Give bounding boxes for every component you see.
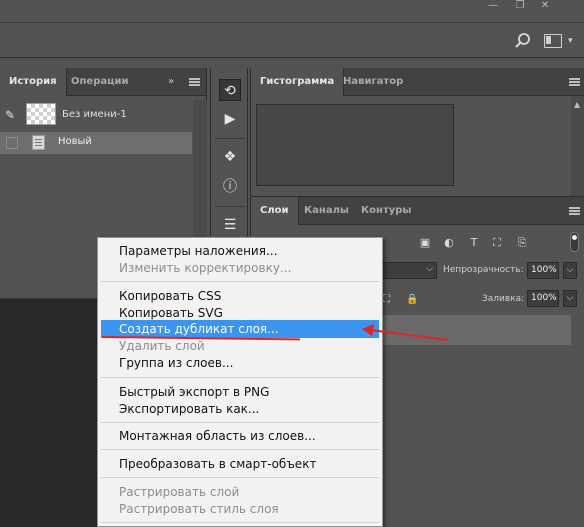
fill-label: Заливка: xyxy=(482,294,525,304)
menu-item-quick-export-png[interactable]: Быстрый экспорт в PNG xyxy=(101,383,379,401)
collapse-panels-icon[interactable]: » xyxy=(168,76,174,87)
menu-item-edit-adjustment: Изменить корректировку... xyxy=(119,261,292,275)
workspace-icon[interactable] xyxy=(544,34,562,48)
filter-shape-icon[interactable]: ⛶ xyxy=(491,237,503,249)
history-panel-tabs: История Операции » xyxy=(0,68,206,96)
histogram-scrollbar[interactable]: ▲ xyxy=(571,96,584,196)
menu-item-duplicate-layer[interactable]: Создать дубликат слоя... xyxy=(101,320,379,338)
menu-separator xyxy=(101,281,379,282)
menu-item-copy-css[interactable]: Копировать CSS xyxy=(101,287,379,305)
filter-toggle[interactable] xyxy=(570,232,579,252)
filter-adjustment-icon[interactable]: ◐ xyxy=(443,237,455,249)
menu-item-rasterize-layer-style: Растрировать стиль слоя xyxy=(119,502,279,516)
menu-separator xyxy=(101,522,379,523)
strip-divider xyxy=(215,206,245,207)
opacity-dropdown[interactable]: ⌵ xyxy=(563,262,577,279)
tab-histogram[interactable]: Гистограмма xyxy=(251,68,345,96)
search-icon[interactable] xyxy=(514,32,532,50)
history-panel-icon[interactable]: ⟲ xyxy=(219,79,241,101)
strip-divider xyxy=(215,138,245,139)
filter-smart-object-icon[interactable]: ⎘ xyxy=(516,237,528,249)
lock-all-icon[interactable]: 🔒 xyxy=(406,294,418,305)
history-source-checkbox[interactable] xyxy=(6,137,18,149)
chevron-down-icon: ⌵ xyxy=(426,264,433,274)
history-state-label: Новый xyxy=(58,136,92,147)
restore-button[interactable]: ❐ xyxy=(511,0,529,12)
menu-item-artboard-from-layers[interactable]: Монтажная область из слоев... xyxy=(101,427,379,445)
close-button[interactable]: ✕ xyxy=(536,0,554,12)
snapshot-thumbnail xyxy=(26,103,56,125)
panel-menu-icon[interactable] xyxy=(569,207,580,215)
minimize-button[interactable]: — xyxy=(484,0,502,12)
menu-item-blending-options[interactable]: Параметры наложения... xyxy=(101,242,379,260)
filter-pixel-icon[interactable]: ▣ xyxy=(419,237,431,249)
tab-channels[interactable]: Каналы xyxy=(295,197,358,225)
chevron-down-icon[interactable]: ▾ xyxy=(568,36,573,46)
play-actions-icon[interactable]: ▶ xyxy=(219,108,241,130)
info-icon[interactable]: ⓘ xyxy=(219,176,241,198)
tab-navigator[interactable]: Навигатор xyxy=(334,68,412,96)
histogram-panel-tabs: Гистограмма Навигатор xyxy=(251,68,584,96)
menu-item-convert-smart-object[interactable]: Преобразовать в смарт-объект xyxy=(101,455,379,473)
fill-dropdown[interactable]: ⌵ xyxy=(563,290,577,307)
filter-type-icon[interactable]: T xyxy=(468,237,480,249)
fill-input[interactable]: 100% xyxy=(527,290,559,307)
tab-history[interactable]: История xyxy=(0,68,67,96)
panel-menu-icon[interactable] xyxy=(189,78,200,86)
document-icon xyxy=(32,135,45,150)
scroll-up-icon[interactable]: ▲ xyxy=(574,100,580,109)
menu-separator xyxy=(101,422,379,423)
history-brush-icon[interactable]: ✎ xyxy=(5,108,15,122)
blend-mode-select[interactable]: ⌵ xyxy=(379,262,437,279)
history-state-row[interactable]: Новый xyxy=(0,132,192,154)
opacity-input[interactable]: 100% xyxy=(527,262,559,279)
history-snapshot[interactable]: ✎ Без имени-1 xyxy=(0,100,192,130)
context-menu: Параметры наложения... Изменить корректи… xyxy=(97,237,383,527)
opacity-label: Непрозрачность: xyxy=(443,265,524,275)
menu-item-rasterize-layer: Растрировать слой xyxy=(119,485,240,499)
tab-paths[interactable]: Контуры xyxy=(352,197,420,225)
snapshot-label: Без имени-1 xyxy=(62,109,127,120)
histogram-panel: Гистограмма Навигатор ▲ xyxy=(250,68,584,196)
menu-separator xyxy=(101,449,379,450)
annotation-arrow-icon xyxy=(362,324,449,341)
histogram-display xyxy=(256,104,454,186)
options-bar: ▾ xyxy=(0,22,584,58)
tab-layers[interactable]: Слои xyxy=(251,197,299,225)
menu-separator xyxy=(101,377,379,378)
menu-item-group-from-layers[interactable]: Группа из слоев... xyxy=(101,354,379,372)
tab-actions[interactable]: Операции xyxy=(62,68,138,96)
menu-separator xyxy=(101,477,379,478)
layers-panel-tabs: Слои Каналы Контуры xyxy=(251,197,584,225)
menu-item-export-as[interactable]: Экспортировать как... xyxy=(101,400,379,418)
panel-menu-icon[interactable] xyxy=(569,78,580,86)
lock-artboard-icon[interactable]: ⛶ xyxy=(383,294,390,305)
libraries-icon[interactable]: ❖ xyxy=(219,146,241,168)
title-bar: — ❐ ✕ xyxy=(0,0,584,22)
properties-icon[interactable]: ☰ xyxy=(219,214,241,236)
